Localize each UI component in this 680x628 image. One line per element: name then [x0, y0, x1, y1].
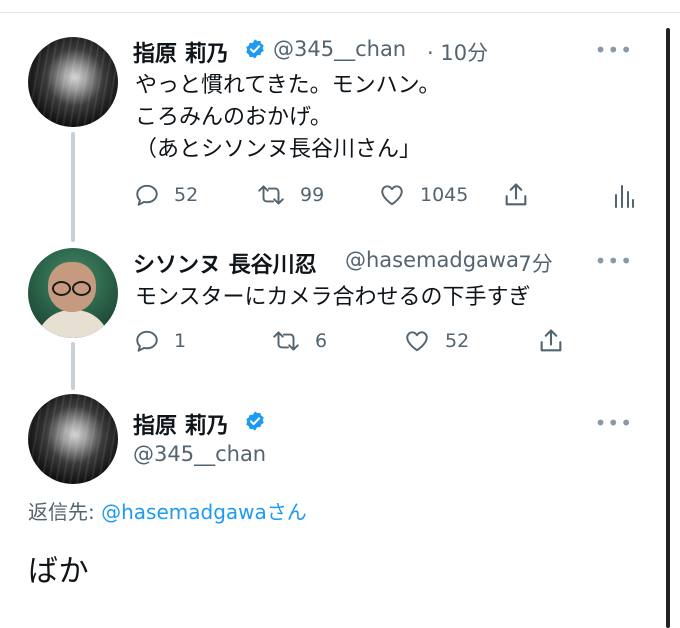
avatar-shirt	[36, 310, 110, 338]
more-icon[interactable]: •••	[595, 38, 633, 62]
tweet-text-line: やっと慣れてきた。モンハン。	[135, 73, 441, 98]
timestamp[interactable]: · 7分	[505, 248, 553, 278]
reply-icon	[136, 184, 158, 206]
retweet-button[interactable]: 6	[271, 328, 327, 354]
like-icon	[381, 185, 403, 206]
share-icon	[540, 329, 562, 352]
retweet-icon	[258, 185, 284, 205]
reply-count: 52	[174, 184, 199, 206]
like-button[interactable]: 1045	[378, 182, 468, 208]
retweet-button[interactable]: 99	[256, 182, 324, 208]
share-button[interactable]	[502, 181, 530, 209]
tweet-text-line: （あとシソンヌ長谷川さん」	[135, 137, 422, 162]
scrollbar[interactable]	[666, 28, 670, 628]
display-name[interactable]: 指原 莉乃	[133, 36, 229, 68]
like-count: 1045	[420, 184, 469, 206]
retweet-count: 6	[315, 330, 328, 352]
retweet-count: 99	[300, 184, 325, 206]
like-icon	[406, 331, 428, 352]
retweet-icon	[273, 331, 299, 351]
reply-count: 1	[174, 330, 187, 352]
tweet-text: やっと慣れてきた。モンハン。 ころみんのおかげ。 （あとシソンヌ長谷川さん」	[135, 70, 440, 166]
avatar[interactable]	[28, 37, 118, 127]
avatar[interactable]	[28, 248, 118, 338]
analytics-button[interactable]	[612, 183, 636, 209]
reply-mention-link[interactable]: @hasemadgawaさん	[101, 500, 307, 524]
tweet-text-line: ころみんのおかげ。	[135, 105, 332, 130]
display-name[interactable]: シソンヌ 長谷川忍	[133, 247, 317, 279]
avatar-glasses	[52, 281, 92, 296]
verified-icon	[246, 39, 264, 59]
share-icon	[505, 183, 527, 206]
handle[interactable]: @345__chan	[133, 442, 266, 466]
handle[interactable]: @345__chan	[273, 37, 406, 61]
like-count: 52	[445, 330, 470, 352]
more-icon[interactable]: •••	[595, 411, 633, 435]
thread-connector	[71, 342, 75, 390]
share-button[interactable]	[537, 327, 565, 355]
avatar[interactable]	[28, 394, 118, 484]
reply-button[interactable]: 52	[134, 182, 198, 208]
display-name[interactable]: 指原 莉乃	[133, 408, 229, 440]
reply-mention-handle[interactable]: @hasemadgawa	[101, 500, 267, 524]
like-button[interactable]: 52	[403, 328, 469, 354]
tweet-text: ばか	[28, 554, 89, 589]
reply-button[interactable]: 1	[134, 328, 186, 354]
reply-icon	[136, 330, 158, 352]
analytics-icon	[615, 185, 634, 208]
verified-icon	[246, 411, 264, 431]
timestamp[interactable]: · 10分	[427, 37, 488, 67]
handle[interactable]: @hasemadgawa	[345, 248, 519, 272]
more-icon[interactable]: •••	[595, 249, 633, 273]
thread-connector	[71, 132, 75, 242]
replying-to: 返信先: @hasemadgawaさん	[28, 496, 307, 525]
reply-mention-suffix[interactable]: さん	[267, 500, 307, 524]
replying-to-label: 返信先:	[28, 500, 95, 524]
tweet-text: モンスターにカメラ合わせるの下手すぎ	[135, 285, 531, 310]
top-divider	[0, 12, 680, 13]
